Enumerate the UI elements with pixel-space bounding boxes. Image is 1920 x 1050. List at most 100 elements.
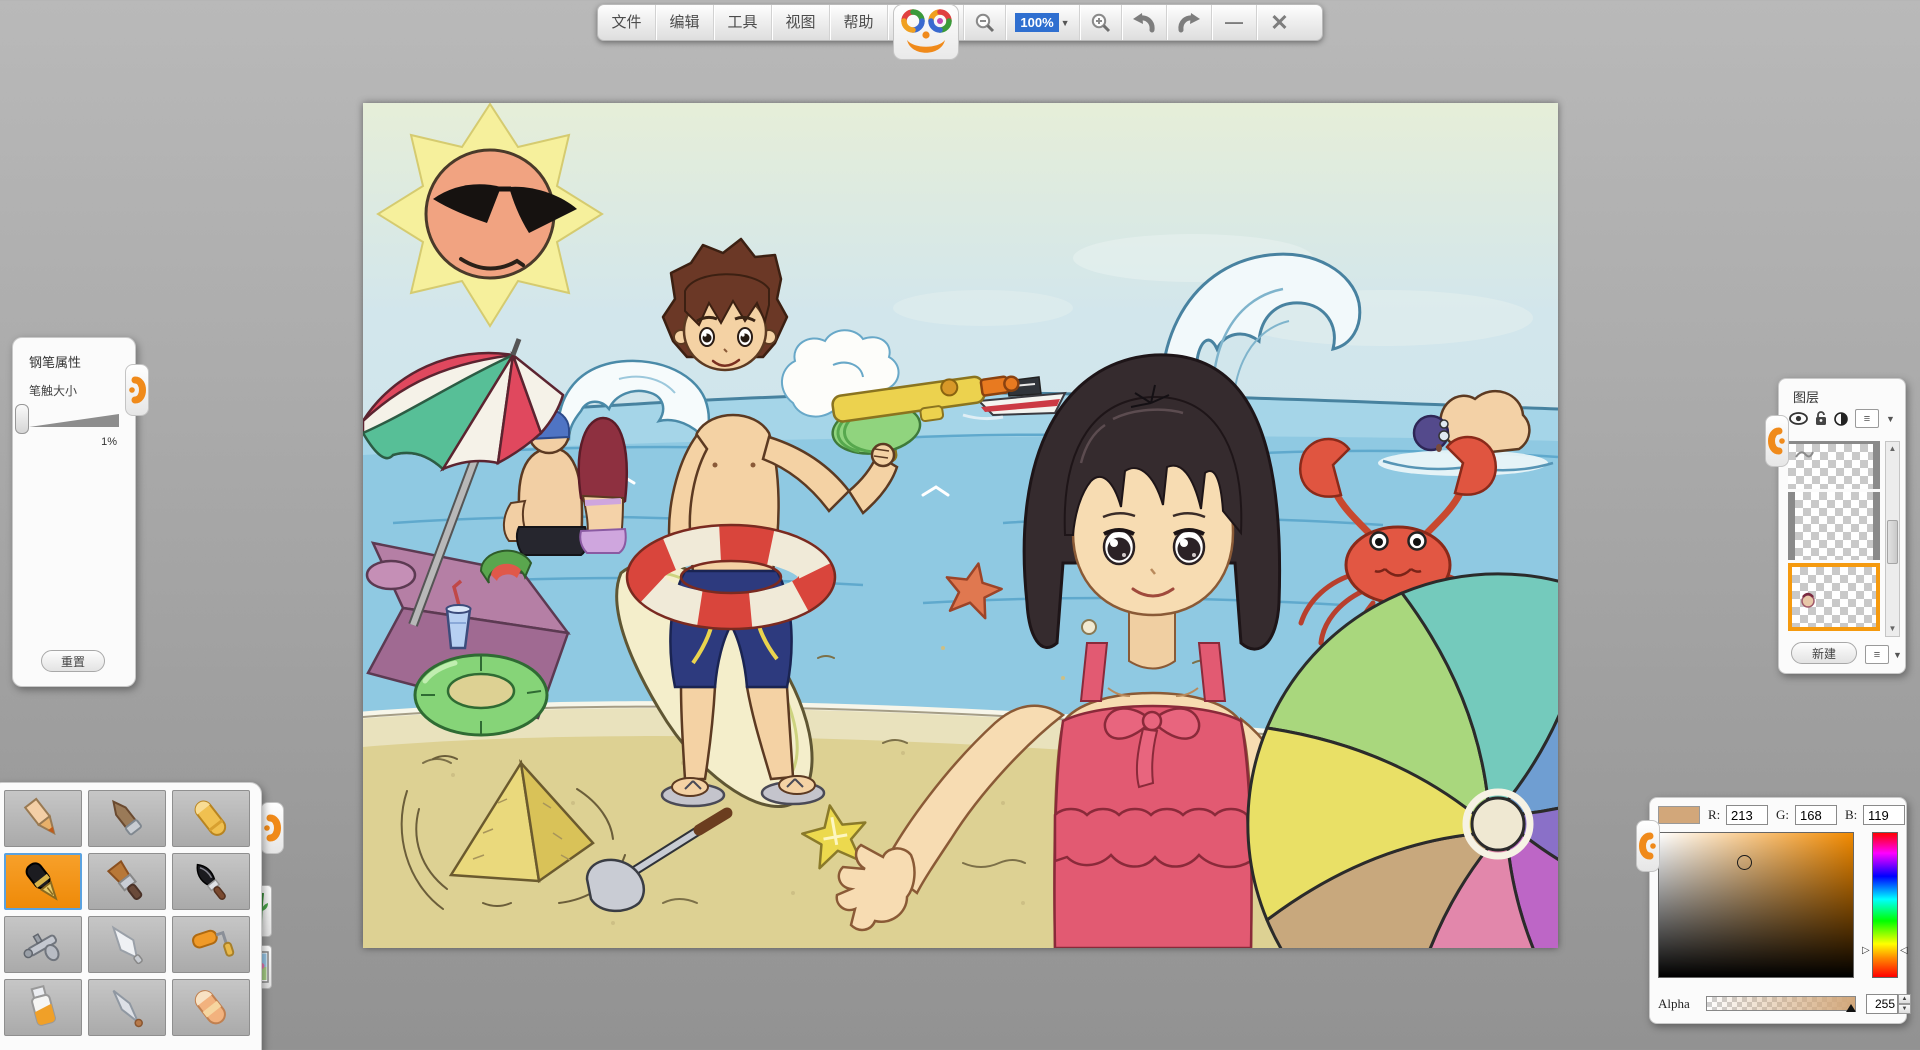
zoom-in-button[interactable] — [1080, 5, 1122, 40]
close-icon: ✕ — [1270, 10, 1288, 36]
new-layer-button[interactable]: 新建 — [1791, 642, 1857, 664]
layers-toolbar: ≡ ▼ — [1789, 409, 1897, 428]
alpha-label: Alpha — [1658, 996, 1690, 1012]
alpha-spinbox: ▲ ▼ — [1866, 994, 1911, 1014]
alpha-input[interactable] — [1866, 994, 1898, 1014]
hue-marker-left-icon[interactable]: ▷ — [1862, 946, 1870, 956]
sun-with-sunglasses — [378, 104, 602, 326]
redo-button[interactable] — [1167, 5, 1212, 40]
eraser-icon — [185, 984, 237, 1032]
layer1-sketch-mark — [1794, 447, 1814, 461]
orange-handle-icon — [261, 803, 283, 853]
tool-eraser[interactable] — [172, 979, 250, 1036]
layer-options-button[interactable]: ≡ — [1865, 645, 1889, 664]
zoom-out-icon — [974, 12, 996, 34]
tool-grid — [4, 790, 250, 1036]
beach-illustration — [363, 103, 1558, 948]
saturation-value-gradient[interactable] — [1658, 832, 1854, 978]
current-color-swatch — [1658, 806, 1700, 824]
undo-button[interactable] — [1122, 5, 1167, 40]
hue-slider[interactable] — [1872, 832, 1898, 978]
color-panel-collapse-tab[interactable] — [1636, 820, 1660, 872]
minimize-button[interactable]: — — [1212, 5, 1257, 40]
ink-brush-icon — [185, 858, 237, 906]
tool-charcoal[interactable] — [88, 790, 166, 847]
menu-file[interactable]: 文件 — [598, 5, 656, 40]
scroll-down-icon[interactable]: ▼ — [1886, 622, 1899, 636]
alpha-spin-down-icon[interactable]: ▼ — [1898, 1004, 1911, 1014]
tool-fountain-pen-selected[interactable] — [4, 853, 82, 910]
zoom-in-icon — [1090, 12, 1112, 34]
minimize-icon: — — [1225, 12, 1243, 33]
tool-ink-brush[interactable] — [172, 853, 250, 910]
orange-handle-icon — [126, 365, 148, 415]
layer-options-caret-icon[interactable]: ▼ — [1893, 650, 1902, 660]
layers-menu-button[interactable]: ≡ — [1855, 409, 1879, 428]
brush-size-slider-track[interactable] — [29, 414, 119, 427]
tool-paint-roller[interactable] — [172, 916, 250, 973]
tool-crayon[interactable] — [172, 790, 250, 847]
scrollbar-thumb[interactable] — [1887, 520, 1898, 564]
crayon-icon — [185, 795, 237, 843]
pen-panel-collapse-tab[interactable] — [125, 364, 149, 416]
menu-help[interactable]: 帮助 — [830, 5, 888, 40]
red-input[interactable] — [1726, 805, 1768, 825]
app-logo-cell — [888, 5, 964, 40]
zoom-level-value[interactable]: 100% — [1015, 13, 1058, 32]
palette-knife-icon — [101, 921, 153, 969]
tool-palette-panel — [0, 782, 262, 1050]
paint-app-desktop: { "app": { "accent_color": "#f08a1a", "s… — [0, 0, 1920, 1050]
drawing-canvas[interactable] — [363, 103, 1558, 948]
blend-half-circle-icon[interactable] — [1834, 412, 1848, 426]
layer-item-2[interactable] — [1788, 492, 1880, 560]
zoom-out-button[interactable] — [964, 5, 1006, 40]
layer-list — [1788, 441, 1880, 637]
zoom-dropdown-caret-icon[interactable]: ▼ — [1061, 18, 1070, 28]
unlock-icon[interactable] — [1815, 411, 1827, 426]
layers-menu-caret-icon[interactable]: ▼ — [1886, 414, 1895, 424]
layers-panel-title: 图层 — [1793, 387, 1819, 406]
green-label: G: — [1776, 807, 1789, 823]
tool-pencil[interactable] — [4, 790, 82, 847]
layer-list-scrollbar[interactable]: ▲ ▼ — [1885, 441, 1900, 637]
alpha-slider[interactable] — [1706, 996, 1856, 1011]
tool-paint-bottle[interactable] — [4, 979, 82, 1036]
reset-button[interactable]: 重置 — [41, 650, 105, 672]
charcoal-stick-icon — [101, 795, 153, 843]
menu-view[interactable]: 视图 — [772, 5, 830, 40]
zoom-level-combobox[interactable]: 100% ▼ — [1006, 5, 1080, 40]
tool-palette-knife[interactable] — [88, 916, 166, 973]
airbrush-icon — [17, 921, 69, 969]
green-swim-ring — [415, 655, 547, 735]
layers-panel: 图层 ≡ ▼ ▲ — [1778, 378, 1906, 674]
green-input[interactable] — [1795, 805, 1837, 825]
tool-blade[interactable] — [88, 979, 166, 1036]
menu-tools[interactable]: 工具 — [714, 5, 772, 40]
scroll-up-icon[interactable]: ▲ — [1886, 442, 1899, 456]
tool-airbrush[interactable] — [4, 916, 82, 973]
menu-edit[interactable]: 编辑 — [656, 5, 714, 40]
brush-size-value: 1% — [101, 436, 117, 448]
tool-flat-brush[interactable] — [88, 853, 166, 910]
visibility-eye-icon[interactable] — [1789, 412, 1808, 425]
layer-item-3-selected[interactable] — [1788, 563, 1880, 631]
hue-marker-right-icon[interactable]: ◁ — [1900, 946, 1908, 956]
flat-brush-icon — [101, 858, 153, 906]
paint-bottle-icon — [17, 984, 69, 1032]
blade-icon — [101, 984, 153, 1032]
layer-item-1[interactable] — [1788, 441, 1880, 489]
color-selection-marker[interactable] — [1737, 855, 1752, 870]
layers-panel-collapse-tab[interactable] — [1765, 415, 1789, 467]
alpha-spin-up-icon[interactable]: ▲ — [1898, 994, 1911, 1004]
paint-roller-icon — [185, 921, 237, 969]
color-picker-panel: R: G: B: ▷ ◁ Alpha ▲ ▼ — [1649, 797, 1907, 1024]
clown-face-logo-icon — [894, 7, 958, 61]
brush-size-slider-thumb[interactable] — [15, 404, 29, 434]
pen-panel-title: 钢笔属性 — [29, 352, 81, 371]
blue-input[interactable] — [1863, 805, 1905, 825]
close-button[interactable]: ✕ — [1257, 5, 1302, 40]
tool-palette-collapse-tab[interactable] — [260, 802, 284, 854]
blue-label: B: — [1845, 807, 1857, 823]
pen-properties-panel: 钢笔属性 笔触大小 1% 重置 — [12, 337, 136, 687]
alpha-marker-icon[interactable] — [1846, 1004, 1856, 1012]
